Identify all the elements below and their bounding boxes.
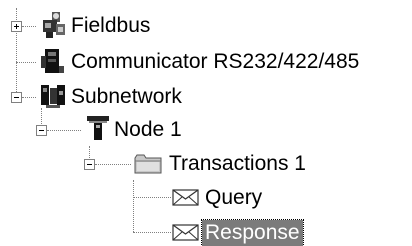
connector-line <box>89 146 90 160</box>
tree-item-response[interactable]: Response <box>201 219 304 246</box>
tree-item-node-1[interactable]: Node 1 <box>111 117 185 143</box>
minus-icon <box>87 164 92 165</box>
connector-line <box>133 232 171 233</box>
tree-item-query[interactable]: Query <box>202 185 265 211</box>
tree-item-transactions-1[interactable]: Transactions 1 <box>166 151 309 177</box>
fieldbus-icon <box>43 12 65 38</box>
expand-button[interactable] <box>11 21 22 32</box>
connector-line <box>133 197 171 198</box>
tree-item-fieldbus[interactable]: Fieldbus <box>68 13 153 39</box>
tree-view[interactable]: Fieldbus Communicator RS232/422/485 Subn… <box>0 0 412 246</box>
connector-line <box>95 164 131 165</box>
connector-line <box>22 26 36 27</box>
subnetwork-icon <box>41 85 65 108</box>
connector-line <box>16 62 36 63</box>
collapse-button[interactable] <box>11 92 22 103</box>
collapse-button[interactable] <box>84 159 95 170</box>
connector-line <box>133 180 134 232</box>
connector-line <box>41 108 42 126</box>
connector-line <box>47 130 81 131</box>
node-icon <box>87 116 109 140</box>
collapse-button[interactable] <box>36 125 47 136</box>
folder-icon <box>134 154 162 174</box>
plus-icon <box>14 24 19 29</box>
envelope-icon <box>172 224 199 241</box>
minus-icon <box>39 130 44 131</box>
connector-line <box>22 97 36 98</box>
communicator-icon <box>41 49 64 73</box>
minus-icon <box>14 97 19 98</box>
envelope-icon <box>172 189 199 206</box>
tree-item-subnetwork[interactable]: Subnetwork <box>68 84 185 110</box>
tree-item-communicator[interactable]: Communicator RS232/422/485 <box>68 49 362 75</box>
